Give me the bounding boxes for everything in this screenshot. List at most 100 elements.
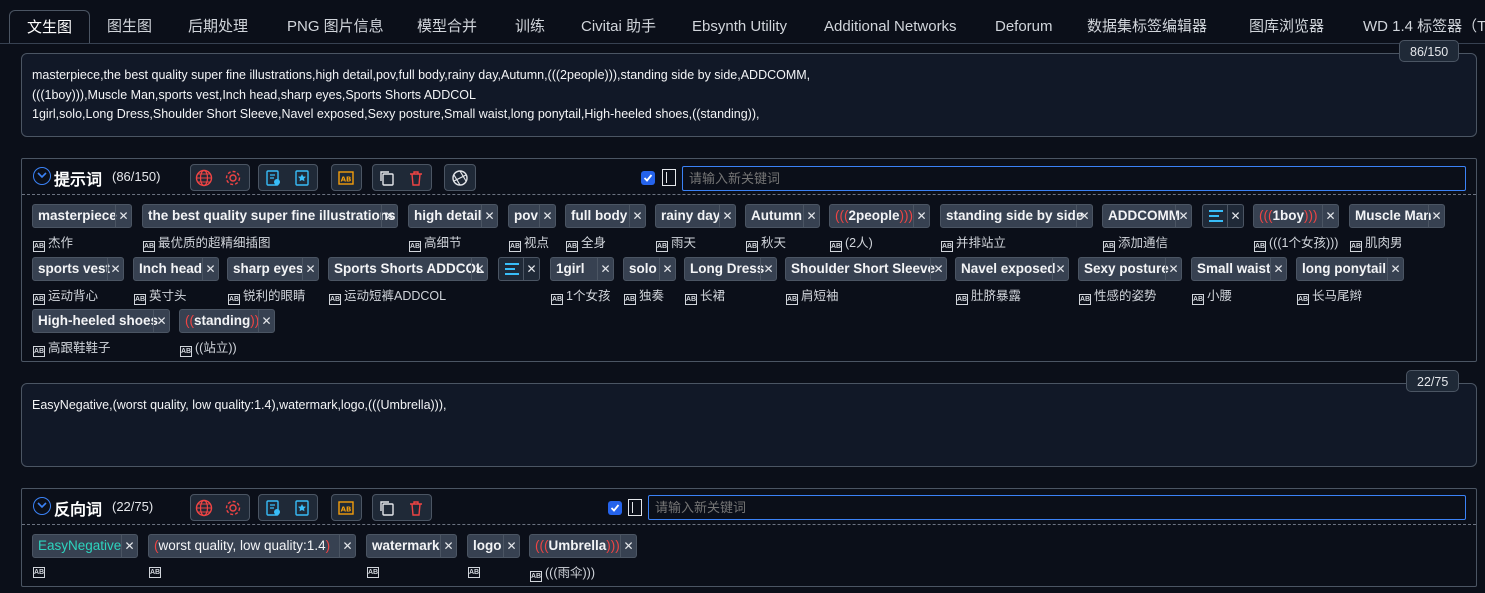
close-icon[interactable]: ✕ — [719, 205, 735, 227]
gear-icon[interactable] — [223, 168, 243, 188]
close-icon[interactable]: ✕ — [471, 258, 487, 280]
close-icon[interactable]: ✕ — [381, 205, 397, 227]
tab-deforum[interactable]: Deforum — [978, 10, 1070, 43]
tag-chip[interactable]: Navel exposed ✕ — [955, 257, 1069, 281]
tag-chip[interactable]: standing side by side ✕ — [940, 204, 1093, 228]
line-break-tag[interactable]: ✕ — [498, 257, 540, 281]
tab-image-browser[interactable]: 图库浏览器 — [1232, 10, 1341, 43]
negative-prompt-textarea[interactable]: EasyNegative,(worst quality, low quality… — [21, 383, 1477, 467]
close-icon[interactable]: ✕ — [597, 258, 613, 280]
globe-icon[interactable] — [194, 498, 214, 518]
close-icon[interactable]: ✕ — [1052, 258, 1068, 280]
prompt-keyword-input[interactable] — [682, 166, 1466, 191]
close-icon[interactable]: ✕ — [121, 535, 137, 557]
import-icon[interactable] — [263, 168, 283, 188]
import-icon[interactable] — [263, 498, 283, 518]
tab-civitai-helper[interactable]: Civitai 助手 — [564, 10, 673, 43]
tag-chip[interactable]: Shoulder Short Sleeve ✕ — [785, 257, 947, 281]
close-icon[interactable]: ✕ — [339, 535, 355, 557]
close-icon[interactable]: ✕ — [1165, 258, 1181, 280]
gear-icon[interactable] — [223, 498, 243, 518]
close-icon[interactable]: ✕ — [930, 258, 946, 280]
checkbox-icon[interactable] — [608, 501, 622, 515]
close-icon[interactable]: ✕ — [1227, 205, 1243, 227]
tab-png-info[interactable]: PNG 图片信息 — [270, 10, 401, 43]
negative-keyword-input[interactable] — [648, 495, 1466, 520]
close-icon[interactable]: ✕ — [107, 258, 123, 280]
close-icon[interactable]: ✕ — [913, 205, 929, 227]
tag-chip[interactable]: logo ✕ — [467, 534, 520, 558]
tag-chip[interactable]: EasyNegative ✕ — [32, 534, 138, 558]
close-icon[interactable]: ✕ — [440, 535, 456, 557]
close-icon[interactable]: ✕ — [620, 535, 636, 557]
tag-chip[interactable]: long ponytail ✕ — [1296, 257, 1404, 281]
chevron-down-icon[interactable] — [33, 167, 51, 185]
close-icon[interactable]: ✕ — [1428, 205, 1444, 227]
tab-model-merge[interactable]: 模型合并 — [400, 10, 494, 43]
close-icon[interactable]: ✕ — [202, 258, 218, 280]
close-icon[interactable]: ✕ — [115, 205, 131, 227]
tag-chip[interactable]: Sports Shorts ADDCOL ✕ — [328, 257, 488, 281]
close-icon[interactable]: ✕ — [629, 205, 645, 227]
tag-chip[interactable]: watermark ✕ — [366, 534, 457, 558]
tab-dataset-tag-editor[interactable]: 数据集标签编辑器 — [1070, 10, 1224, 43]
close-icon[interactable]: ✕ — [153, 310, 169, 332]
edit-icon[interactable] — [628, 499, 642, 516]
tag-chip[interactable]: ADDCOMM ✕ — [1102, 204, 1192, 228]
translate-icon[interactable]: AB — [336, 498, 356, 518]
bookmark-icon[interactable] — [292, 498, 312, 518]
openai-icon[interactable] — [450, 168, 470, 188]
tab-ebsynth-utility[interactable]: Ebsynth Utility — [675, 10, 804, 43]
tab-train[interactable]: 训练 — [498, 10, 562, 43]
copy-icon[interactable] — [377, 168, 397, 188]
tag-chip[interactable]: (worst quality, low quality:1.4) ✕ — [148, 534, 356, 558]
close-icon[interactable]: ✕ — [258, 310, 274, 332]
tag-chip[interactable]: Muscle Man ✕ — [1349, 204, 1445, 228]
tag-chip[interactable]: Long Dress ✕ — [684, 257, 777, 281]
chevron-down-icon[interactable] — [33, 497, 51, 515]
tag-chip[interactable]: (((2people))) ✕ — [829, 204, 930, 228]
tag-chip[interactable]: masterpiece ✕ — [32, 204, 132, 228]
close-icon[interactable]: ✕ — [1270, 258, 1286, 280]
tab-img2img[interactable]: 图生图 — [90, 10, 169, 43]
tag-chip[interactable]: solo ✕ — [623, 257, 676, 281]
tab-wd14-tagger[interactable]: WD 1.4 标签器（Ta — [1346, 10, 1485, 43]
tag-chip[interactable]: Autumn ✕ — [745, 204, 820, 228]
close-icon[interactable]: ✕ — [523, 258, 539, 280]
tag-chip[interactable]: (((Umbrella))) ✕ — [529, 534, 637, 558]
close-icon[interactable]: ✕ — [539, 205, 555, 227]
tag-chip[interactable]: rainy day ✕ — [655, 204, 736, 228]
tag-chip[interactable]: sports vest ✕ — [32, 257, 124, 281]
close-icon[interactable]: ✕ — [1322, 205, 1338, 227]
tag-chip[interactable]: the best quality super fine illustration… — [142, 204, 398, 228]
tag-chip[interactable]: Sexy posture ✕ — [1078, 257, 1182, 281]
tag-chip[interactable]: Small waist ✕ — [1191, 257, 1287, 281]
tag-chip[interactable]: (((1boy))) ✕ — [1253, 204, 1339, 228]
close-icon[interactable]: ✕ — [803, 205, 819, 227]
close-icon[interactable]: ✕ — [1175, 205, 1191, 227]
tag-chip[interactable]: pov ✕ — [508, 204, 556, 228]
edit-icon[interactable] — [662, 169, 676, 186]
checkbox-icon[interactable] — [641, 171, 655, 185]
globe-icon[interactable] — [194, 168, 214, 188]
tag-chip[interactable]: Inch head ✕ — [133, 257, 219, 281]
close-icon[interactable]: ✕ — [659, 258, 675, 280]
tag-chip[interactable]: high detail ✕ — [408, 204, 498, 228]
close-icon[interactable]: ✕ — [1387, 258, 1403, 280]
close-icon[interactable]: ✕ — [760, 258, 776, 280]
translate-icon[interactable]: AB — [336, 168, 356, 188]
tab-extras[interactable]: 后期处理 — [171, 10, 265, 43]
close-icon[interactable]: ✕ — [503, 535, 519, 557]
trash-icon[interactable] — [406, 168, 426, 188]
tag-chip[interactable]: sharp eyes ✕ — [227, 257, 319, 281]
prompt-textarea[interactable]: masterpiece,the best quality super fine … — [21, 53, 1477, 137]
tab-txt2img[interactable]: 文生图 — [9, 10, 91, 43]
trash-icon[interactable] — [406, 498, 426, 518]
copy-icon[interactable] — [377, 498, 397, 518]
line-break-tag[interactable]: ✕ — [1202, 204, 1244, 228]
tag-chip[interactable]: ((standing)) ✕ — [179, 309, 275, 333]
tab-additional-networks[interactable]: Additional Networks — [807, 10, 974, 43]
tag-chip[interactable]: full body ✕ — [565, 204, 646, 228]
bookmark-icon[interactable] — [292, 168, 312, 188]
close-icon[interactable]: ✕ — [302, 258, 318, 280]
